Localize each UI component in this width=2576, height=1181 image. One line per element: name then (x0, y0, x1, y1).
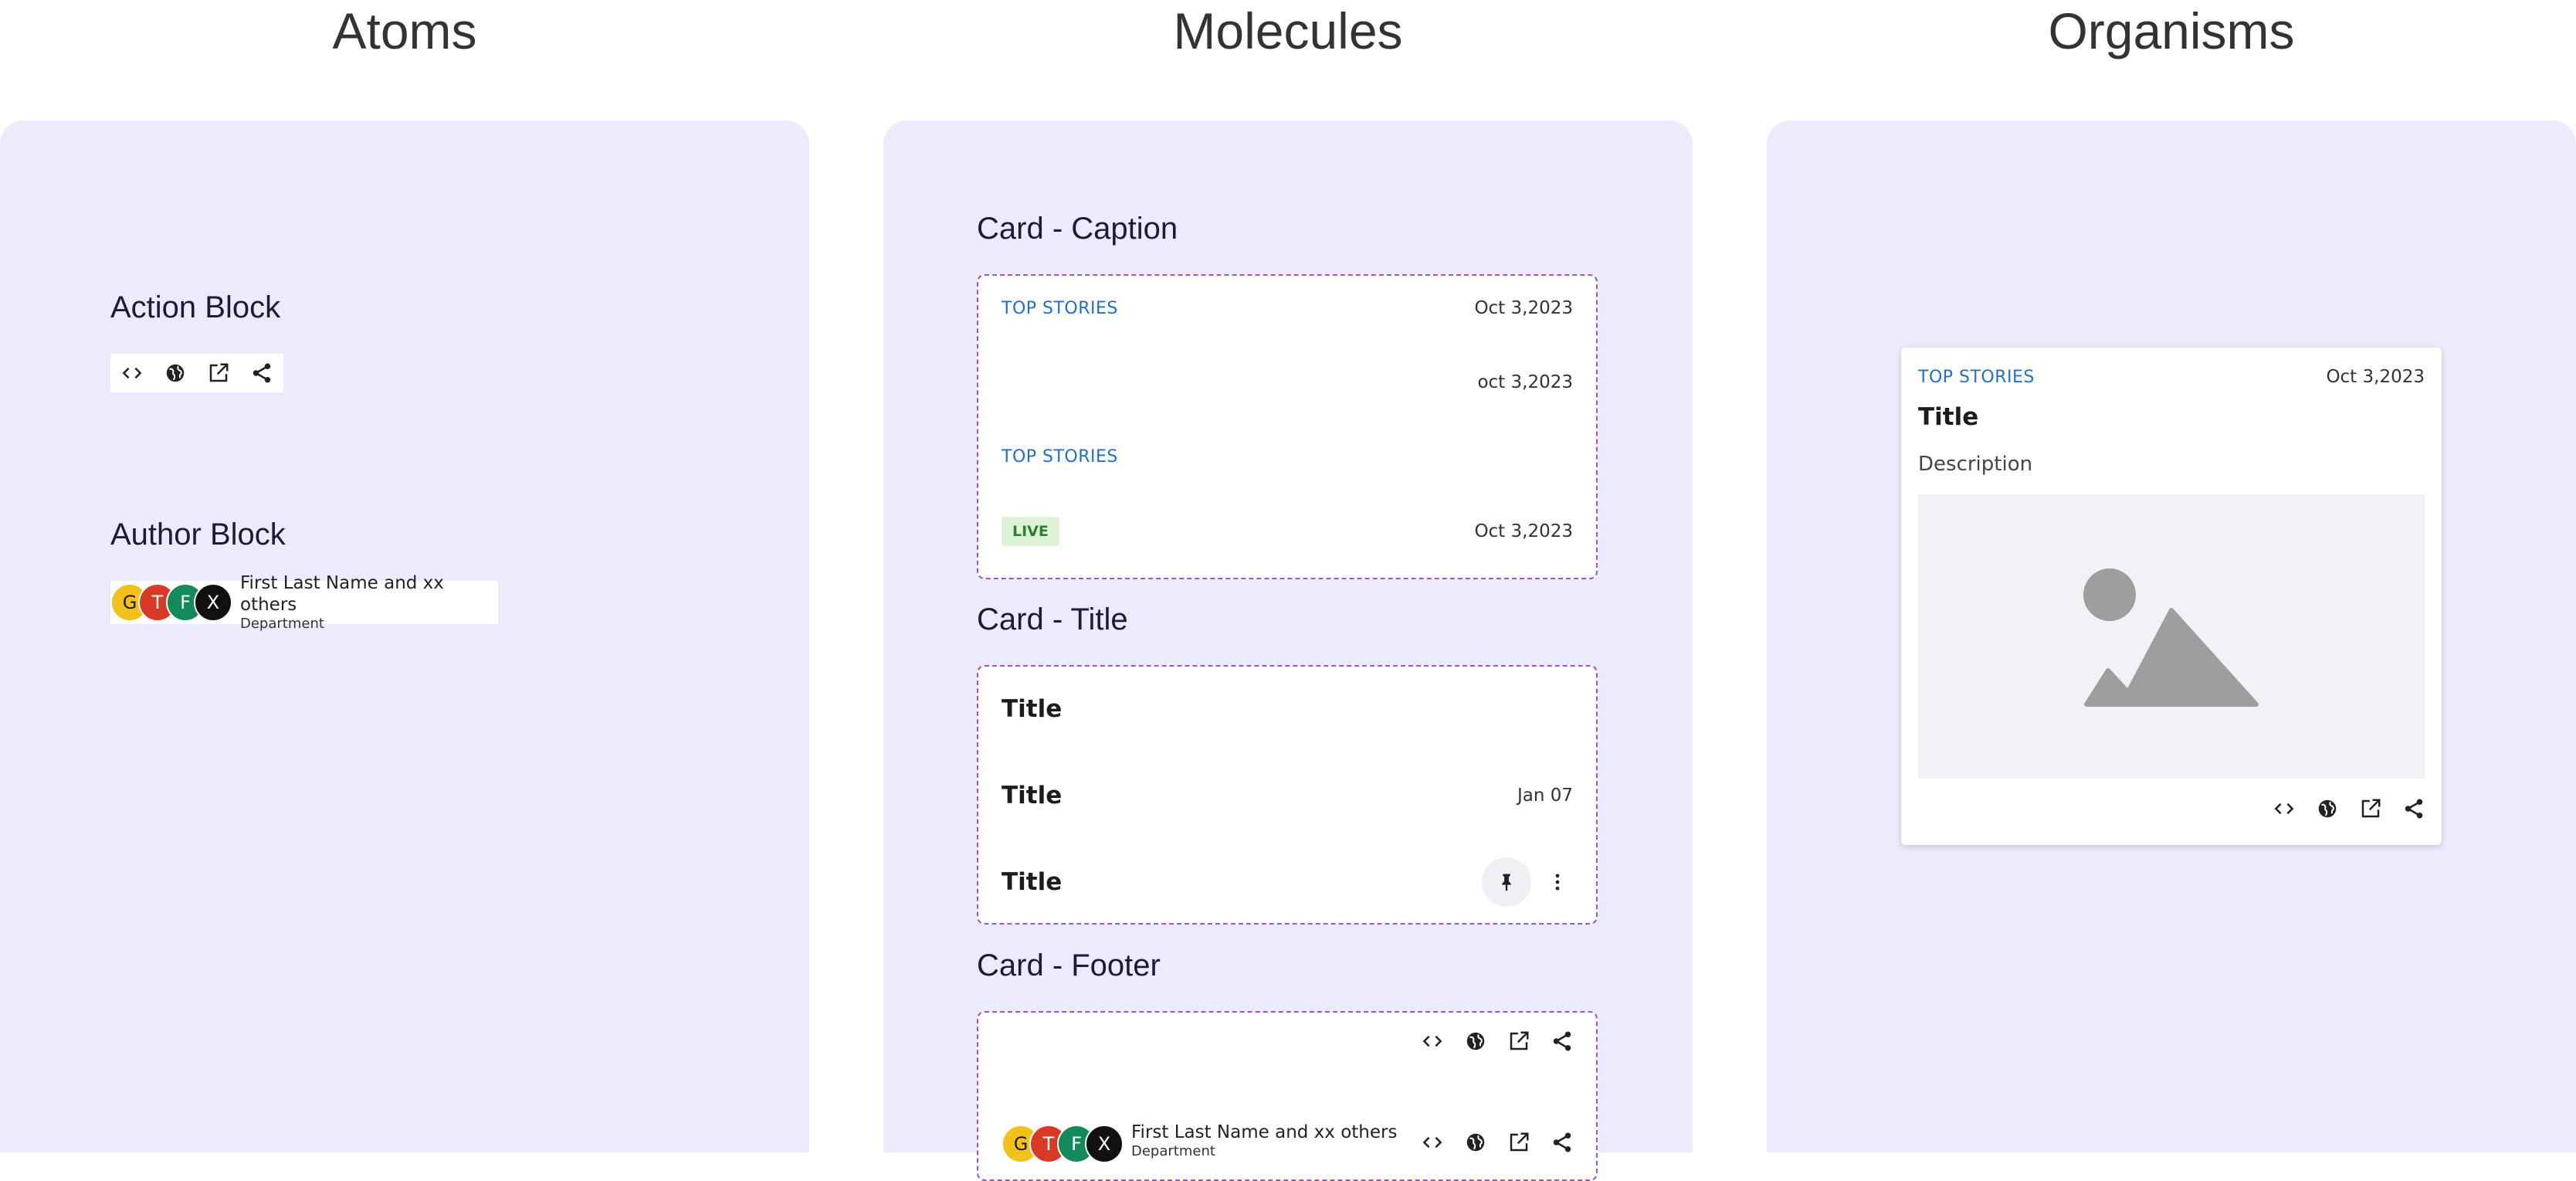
kebab-icon (1555, 874, 1560, 891)
open-external-icon[interactable] (1497, 1022, 1541, 1061)
author-name[interactable]: First Last Name and xx others (240, 572, 483, 616)
image-placeholder-icon (2083, 568, 2259, 707)
molecules-heading: Molecules (1173, 2, 1403, 59)
action-block (2262, 789, 2435, 828)
code-icon[interactable] (1411, 1022, 1454, 1061)
card-date: Jan 07 (1517, 786, 1573, 806)
atoms-panel (0, 120, 809, 1152)
avatar: X (1085, 1125, 1124, 1163)
card-caption-title: Card - Caption (977, 212, 1178, 246)
pin-button[interactable] (1482, 857, 1531, 907)
author-block: G T F X First Last Name and xx others De… (110, 573, 498, 632)
code-icon[interactable] (2262, 789, 2306, 828)
share-icon[interactable] (240, 354, 283, 392)
open-external-icon[interactable] (2349, 789, 2392, 828)
author-department: Department (240, 616, 324, 632)
open-external-icon[interactable] (1497, 1123, 1541, 1162)
caption-kicker[interactable]: TOP STORIES (1002, 447, 1118, 467)
card-footer-examples: G T F X First Last Name and xx others De… (977, 1011, 1598, 1181)
avatar-stack[interactable]: G T F X (1002, 1125, 1124, 1163)
action-block (110, 354, 283, 392)
share-icon[interactable] (2392, 789, 2435, 828)
share-icon[interactable] (1541, 1022, 1584, 1061)
author-name[interactable]: First Last Name and xx others (1131, 1122, 1397, 1143)
globe-icon[interactable] (2306, 789, 2349, 828)
card-caption-examples: TOP STORIES Oct 3,2023 oct 3,2023 TOP ST… (977, 274, 1598, 579)
action-block (1411, 1123, 1584, 1162)
story-card[interactable]: TOP STORIES Oct 3,2023 Title Description (1901, 348, 2442, 845)
image-placeholder (1918, 494, 2425, 779)
caption-date: oct 3,2023 (1477, 372, 1573, 392)
globe-icon[interactable] (154, 354, 197, 392)
code-icon[interactable] (110, 354, 154, 392)
card-date: Oct 3,2023 (2326, 367, 2425, 387)
card-kicker[interactable]: TOP STORIES (1918, 368, 2035, 387)
more-options-button[interactable] (1542, 867, 1573, 898)
card-title[interactable]: Title (1002, 868, 1062, 896)
card-title-title: Card - Title (977, 602, 1128, 636)
card-description: Description (1918, 453, 2033, 476)
pin-icon (1502, 874, 1511, 891)
author-block-title: Author Block (110, 518, 286, 551)
card-title[interactable]: Title (1002, 782, 1062, 809)
caption-date: Oct 3,2023 (1474, 521, 1573, 541)
caption-date: Oct 3,2023 (1474, 298, 1573, 318)
globe-icon[interactable] (1454, 1022, 1497, 1061)
open-external-icon[interactable] (197, 354, 240, 392)
card-title-examples: Title Title Jan 07 Title (977, 665, 1598, 925)
live-badge: LIVE (1002, 517, 1059, 546)
action-block (1411, 1022, 1584, 1061)
caption-kicker[interactable]: TOP STORIES (1002, 299, 1118, 318)
atoms-heading: Atoms (332, 2, 477, 59)
share-icon[interactable] (1541, 1123, 1584, 1162)
author-department: Department (1131, 1143, 1215, 1159)
card-title[interactable]: Title (1918, 403, 1978, 431)
avatar-stack[interactable]: G T F X (110, 583, 232, 622)
organisms-heading: Organisms (2048, 2, 2295, 59)
card-footer-title: Card - Footer (977, 949, 1161, 982)
avatar: X (194, 583, 232, 622)
globe-icon[interactable] (1454, 1123, 1497, 1162)
action-block-title: Action Block (110, 290, 281, 324)
card-title[interactable]: Title (1002, 695, 1062, 723)
code-icon[interactable] (1411, 1123, 1454, 1162)
